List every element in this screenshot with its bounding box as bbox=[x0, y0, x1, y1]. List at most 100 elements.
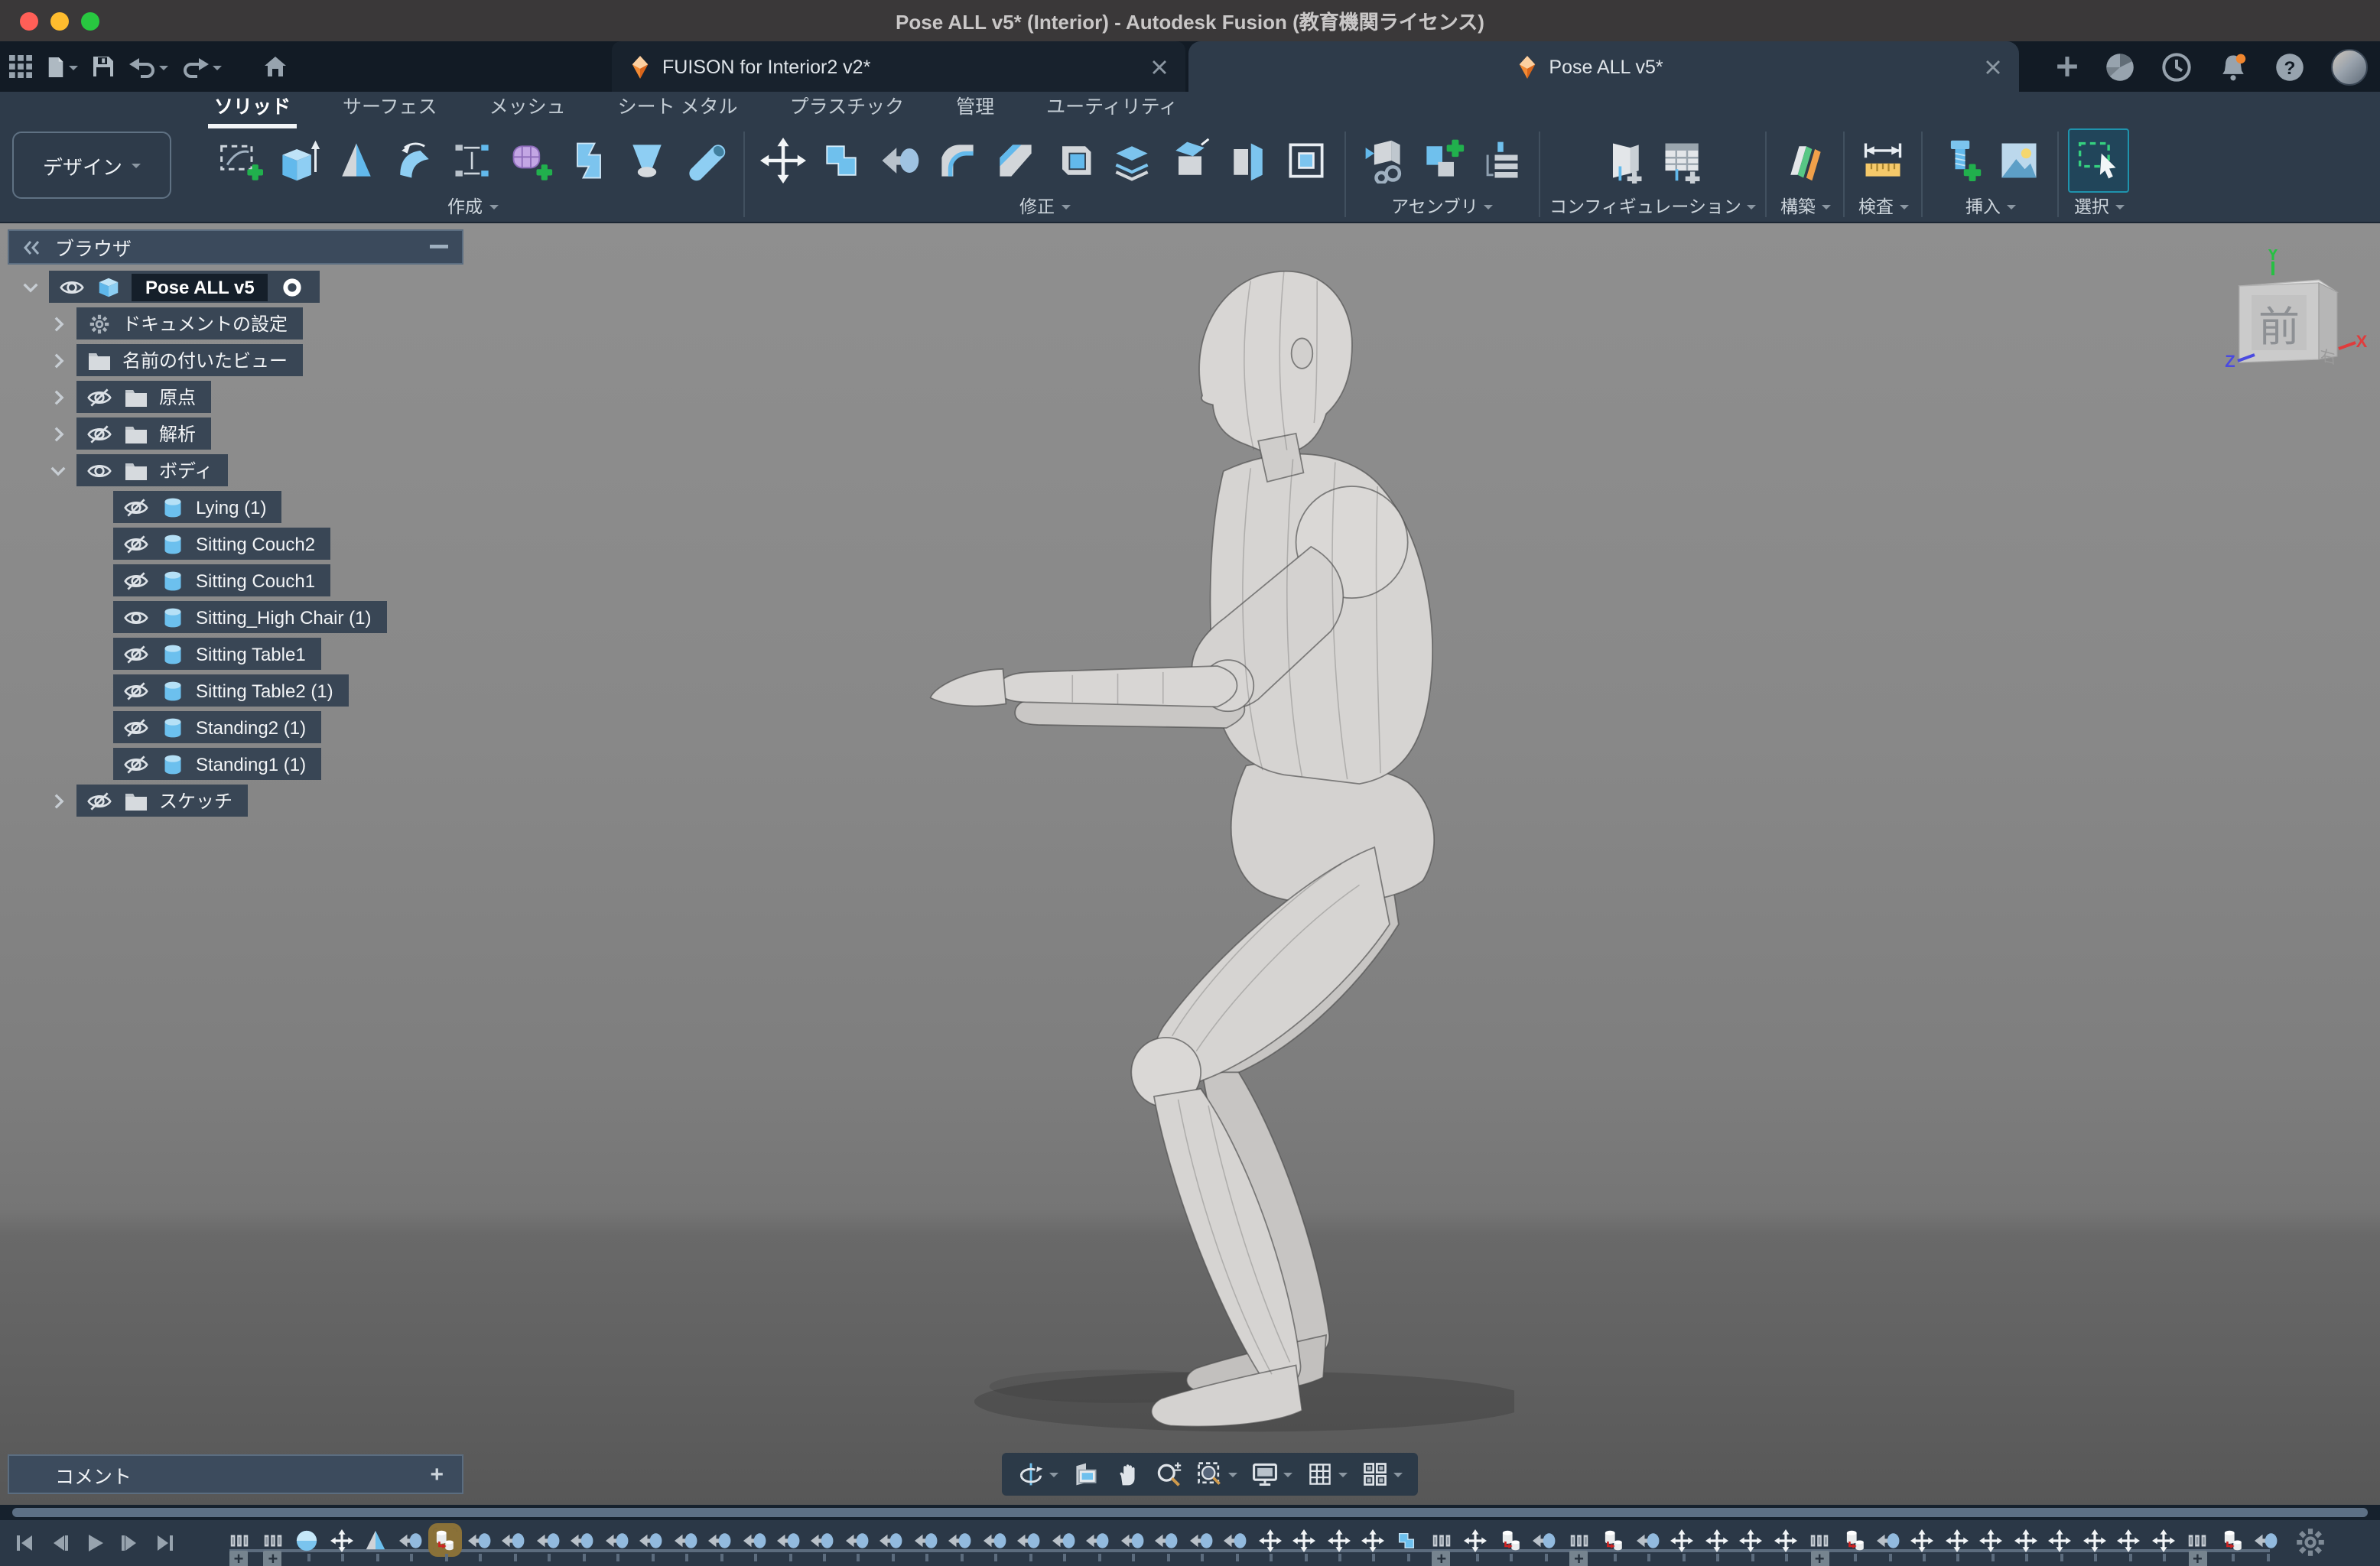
configuration-table-icon[interactable] bbox=[1653, 130, 1711, 191]
timeline-marker-group-46[interactable] bbox=[1807, 1528, 1832, 1552]
timeline-marker-moveface-5[interactable] bbox=[398, 1528, 423, 1552]
inspect-group-label[interactable]: 検査 bbox=[1858, 194, 1909, 219]
orbit-tool[interactable] bbox=[1017, 1460, 1058, 1488]
go-to-end-button[interactable] bbox=[153, 1531, 177, 1555]
split-body-icon[interactable] bbox=[1161, 130, 1219, 191]
comments-panel[interactable]: コメント + bbox=[8, 1454, 463, 1494]
timeline-marker-group-0[interactable] bbox=[226, 1528, 251, 1552]
web-icon[interactable] bbox=[618, 130, 676, 191]
close-window-button[interactable] bbox=[20, 11, 38, 30]
timeline-marker-move-49[interactable] bbox=[1910, 1528, 1935, 1552]
timeline-marker-move-42[interactable] bbox=[1670, 1528, 1694, 1552]
timeline-marker-move-3[interactable] bbox=[330, 1528, 354, 1552]
timeline-marker-moveface-15[interactable] bbox=[742, 1528, 766, 1552]
timeline-marker-sphere-2[interactable] bbox=[295, 1528, 320, 1552]
configuration-group-label[interactable]: コンフィギュレーション bbox=[1549, 194, 1757, 219]
timeline-marker-move-55[interactable] bbox=[2117, 1528, 2141, 1552]
new-component-icon[interactable] bbox=[1355, 130, 1413, 191]
browser-item-1[interactable]: ドキュメントの設定 bbox=[49, 307, 386, 340]
select-icon[interactable] bbox=[2069, 128, 2130, 193]
visibility-off-icon[interactable] bbox=[122, 679, 148, 702]
grid-snap-tool[interactable] bbox=[1306, 1460, 1348, 1488]
timeline-marker-moveface-38[interactable] bbox=[1533, 1528, 1557, 1552]
timeline-marker-moveface-27[interactable] bbox=[1154, 1528, 1179, 1552]
timeline-marker-move-45[interactable] bbox=[1773, 1528, 1797, 1552]
redo-menu-caret[interactable] bbox=[213, 65, 222, 74]
browser-item-4[interactable]: 解析 bbox=[49, 417, 386, 450]
timeline-marker-move-51[interactable] bbox=[1979, 1528, 2004, 1552]
timeline-marker-moveface-21[interactable] bbox=[948, 1528, 973, 1552]
visibility-off-icon[interactable] bbox=[122, 569, 148, 592]
browser-item-2[interactable]: 名前の付いたビュー bbox=[49, 344, 386, 376]
chevron-right-icon[interactable] bbox=[49, 353, 67, 368]
workspace-selector-button[interactable]: デザイン bbox=[12, 132, 171, 199]
timeline-marker-moveface-41[interactable] bbox=[1635, 1528, 1660, 1552]
motion-study-icon[interactable] bbox=[1471, 130, 1530, 191]
pattern-icon[interactable] bbox=[444, 130, 502, 191]
visibility-on-icon[interactable] bbox=[86, 459, 112, 482]
fillet-icon[interactable] bbox=[928, 130, 987, 191]
extrude-icon[interactable] bbox=[269, 130, 327, 191]
minimize-window-button[interactable] bbox=[50, 11, 69, 30]
activate-component-radio-icon[interactable] bbox=[279, 275, 305, 298]
timeline-marker-group-57[interactable] bbox=[2185, 1528, 2209, 1552]
look-at-tool[interactable] bbox=[1072, 1460, 1100, 1488]
shell-box-icon[interactable] bbox=[1045, 130, 1103, 191]
browser-item-13[interactable]: Standing1 (1) bbox=[113, 748, 386, 780]
new-document-icon[interactable] bbox=[2056, 55, 2079, 78]
timeline-marker-moveface-19[interactable] bbox=[879, 1528, 904, 1552]
insert-image-icon[interactable] bbox=[1991, 130, 2049, 191]
press-pull-icon[interactable] bbox=[812, 130, 870, 191]
timeline-marker-move-50[interactable] bbox=[1945, 1528, 1969, 1552]
display-menu-caret[interactable] bbox=[1283, 1473, 1292, 1482]
chamfer-icon[interactable] bbox=[987, 130, 1045, 191]
timeline-marker-move-36[interactable] bbox=[1464, 1528, 1488, 1552]
timeline-marker-move-33[interactable] bbox=[1361, 1528, 1385, 1552]
zoom-tool[interactable] bbox=[1155, 1460, 1182, 1488]
timeline-marker-copybody-40[interactable] bbox=[1601, 1528, 1626, 1552]
timeline-marker-moveface-20[interactable] bbox=[914, 1528, 938, 1552]
chevron-right-icon[interactable] bbox=[49, 389, 67, 404]
timeline-marker-moveface-26[interactable] bbox=[1120, 1528, 1144, 1552]
timeline-marker-moveface-29[interactable] bbox=[1223, 1528, 1247, 1552]
create-form-icon[interactable] bbox=[502, 130, 560, 191]
browser-item-7[interactable]: Sitting Couch2 bbox=[113, 528, 386, 560]
job-status-icon[interactable] bbox=[2161, 51, 2192, 82]
timeline-marker-group-35[interactable] bbox=[1429, 1528, 1454, 1552]
browser-item-14[interactable]: スケッチ bbox=[49, 785, 386, 817]
ribbon-tab-4[interactable]: プラスチック bbox=[790, 90, 905, 125]
zoom-window-button[interactable] bbox=[81, 11, 99, 30]
ribbon-tab-3[interactable]: シート メタル bbox=[618, 90, 738, 125]
pose-mannequin-model[interactable] bbox=[902, 245, 1514, 1453]
zoom-window-tool[interactable] bbox=[1196, 1460, 1237, 1488]
document-tab-pose-all-v5[interactable]: Pose ALL v5* bbox=[1188, 41, 2019, 92]
align-icon[interactable] bbox=[1277, 130, 1335, 191]
undo-menu-caret[interactable] bbox=[159, 65, 168, 74]
timeline-marker-revolve-4[interactable] bbox=[364, 1528, 389, 1552]
timeline-marker-moveface-24[interactable] bbox=[1052, 1528, 1076, 1552]
timeline-marker-combine-34[interactable] bbox=[1395, 1528, 1419, 1552]
ribbon-tab-2[interactable]: メッシュ bbox=[489, 90, 566, 125]
joint-icon[interactable] bbox=[1413, 130, 1471, 191]
ribbon-tab-6[interactable]: ユーティリティ bbox=[1046, 90, 1178, 125]
timeline-marker-moveface-12[interactable] bbox=[639, 1528, 663, 1552]
zoom-window-menu-caret[interactable] bbox=[1228, 1473, 1237, 1482]
timeline-marker-copybody-58[interactable] bbox=[2219, 1528, 2244, 1552]
document-tab-fuison-for-interior2[interactable]: FUISON for Interior2 v2* bbox=[612, 41, 1185, 92]
loft-icon[interactable] bbox=[560, 130, 618, 191]
viewports-menu-caret[interactable] bbox=[1393, 1473, 1403, 1482]
home-button[interactable] bbox=[263, 55, 288, 78]
view-cube[interactable]: 前 右 Y X Z bbox=[2221, 249, 2368, 381]
modify-group-label[interactable]: 修正 bbox=[1019, 194, 1070, 219]
close-tab-icon[interactable] bbox=[1152, 59, 1167, 74]
help-icon[interactable]: ? bbox=[2274, 51, 2305, 82]
create-sketch-icon[interactable] bbox=[211, 130, 269, 191]
file-menu-button[interactable] bbox=[46, 54, 78, 79]
timeline-marker-moveface-16[interactable] bbox=[776, 1528, 801, 1552]
timeline-marker-move-56[interactable] bbox=[2151, 1528, 2176, 1552]
chevron-right-icon[interactable] bbox=[49, 316, 67, 331]
construct-plane-icon[interactable] bbox=[1777, 130, 1835, 191]
timeline-marker-moveface-8[interactable] bbox=[502, 1528, 526, 1552]
browser-item-9[interactable]: Sitting_High Chair (1) bbox=[113, 601, 386, 633]
timeline-marker-move-31[interactable] bbox=[1292, 1528, 1316, 1552]
